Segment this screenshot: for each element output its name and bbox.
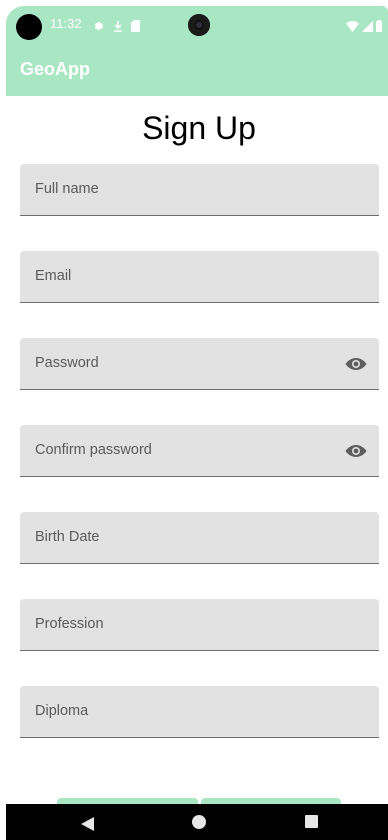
- battery-icon: [376, 17, 382, 36]
- birth-date-field[interactable]: Birth Date: [20, 512, 379, 564]
- diploma-label: Diploma: [35, 703, 89, 719]
- wifi-icon: [346, 17, 359, 36]
- eye-icon[interactable]: [345, 441, 367, 461]
- profession-field[interactable]: Profession: [20, 599, 379, 651]
- app-title: GeoApp: [20, 59, 90, 79]
- download-icon: [113, 17, 123, 36]
- status-time: 11:32: [50, 16, 82, 31]
- password-field[interactable]: Password: [20, 338, 379, 390]
- full-name-field[interactable]: Full name: [20, 164, 379, 216]
- status-bar: 11:32: [6, 6, 388, 44]
- status-icons-right: [346, 17, 382, 36]
- status-icons-left: [93, 17, 140, 36]
- profession-label: Profession: [35, 616, 104, 632]
- diploma-field[interactable]: Diploma: [20, 686, 379, 738]
- app-bar: GeoApp: [6, 44, 388, 96]
- confirm-password-field[interactable]: Confirm password: [20, 425, 379, 477]
- birth-date-label: Birth Date: [35, 529, 100, 545]
- password-label: Password: [35, 355, 99, 371]
- recents-icon[interactable]: [305, 815, 318, 828]
- home-icon[interactable]: [192, 815, 206, 829]
- email-field[interactable]: Email: [20, 251, 379, 303]
- confirm-password-label: Confirm password: [35, 442, 152, 458]
- full-name-label: Full name: [35, 181, 99, 197]
- front-camera: [188, 14, 210, 36]
- back-icon[interactable]: [81, 816, 95, 835]
- system-nav-bar: [6, 804, 388, 840]
- page-title: Sign Up: [142, 110, 256, 146]
- sd-card-icon: [131, 17, 140, 36]
- signal-icon: [362, 17, 373, 36]
- gear-icon: [93, 17, 105, 36]
- sign-up-screen: 11:32 GeoApp Sign Up Full name Email Pas…: [0, 0, 388, 840]
- email-label: Email: [35, 268, 72, 284]
- camera-cutout: [16, 14, 42, 40]
- eye-icon[interactable]: [345, 354, 367, 374]
